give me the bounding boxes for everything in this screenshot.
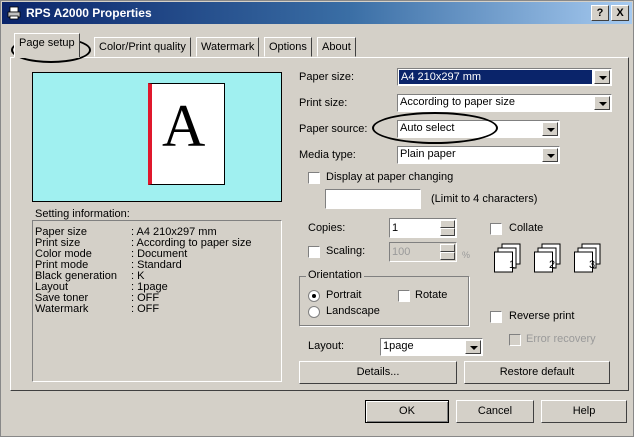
spin-down-icon[interactable] — [440, 252, 455, 260]
layout-value: 1page — [383, 340, 414, 352]
chevron-down-icon[interactable] — [542, 148, 558, 162]
page-preview: A — [32, 72, 282, 202]
media-type-label: Media type: — [299, 149, 356, 161]
chevron-down-icon[interactable] — [594, 96, 610, 110]
paper-source-label: Paper source: — [299, 123, 368, 135]
landscape-label: Landscape — [326, 305, 380, 317]
close-title-button[interactable]: X — [611, 5, 629, 21]
paper-source-select[interactable]: Auto select — [397, 120, 560, 138]
scaling-value: 100 — [392, 246, 411, 258]
setting-info-title: Setting information: — [35, 208, 130, 220]
details-button[interactable]: Details... — [299, 361, 457, 384]
printer-icon — [7, 6, 21, 20]
print-size-label: Print size: — [299, 97, 348, 109]
copies-stepper[interactable]: 1 — [389, 218, 457, 238]
reverse-print-checkbox[interactable] — [490, 311, 502, 323]
collate-page-label: 1 — [509, 259, 516, 271]
scaling-checkbox[interactable] — [308, 246, 320, 258]
spin-up-icon[interactable] — [440, 220, 455, 228]
layout-select[interactable]: 1page — [380, 338, 483, 356]
tab-color-print-quality[interactable]: Color/Print quality — [94, 37, 191, 57]
collate-page-label: 3 — [589, 259, 596, 271]
collate-checkbox[interactable] — [490, 223, 502, 235]
orientation-group: Orientation — [299, 269, 469, 326]
paper-size-select[interactable]: A4 210x297 mm — [397, 68, 612, 86]
error-recovery-checkbox[interactable] — [509, 334, 521, 346]
reverse-print-label: Reverse print — [509, 310, 575, 322]
collate-page-label: 2 — [549, 259, 556, 271]
help-button[interactable]: Help — [541, 400, 627, 423]
rotate-label: Rotate — [415, 289, 448, 301]
chevron-down-icon[interactable] — [542, 122, 558, 136]
chevron-down-icon[interactable] — [594, 70, 610, 84]
paper-size-value: A4 210x297 mm — [399, 70, 592, 84]
error-recovery-label: Error recovery — [526, 333, 596, 345]
setting-info-value: : OFF — [131, 303, 160, 315]
portrait-radio[interactable] — [308, 290, 320, 302]
display-paper-changing-label: Display at paper changing — [326, 171, 454, 183]
preview-page: A — [148, 83, 225, 185]
help-title-button[interactable]: ? — [591, 5, 609, 21]
tab-watermark[interactable]: Watermark — [196, 37, 260, 57]
limit-note: (Limit to 4 characters) — [431, 193, 538, 205]
scaling-stepper[interactable]: 100 — [389, 242, 457, 262]
chevron-down-icon[interactable] — [465, 340, 481, 354]
rotate-checkbox[interactable] — [398, 290, 410, 302]
ok-button[interactable]: OK — [365, 400, 449, 423]
portrait-label: Portrait — [326, 289, 362, 301]
spin-up-icon[interactable] — [440, 244, 455, 252]
collate-label: Collate — [509, 222, 544, 234]
title-bar[interactable]: RPS A2000 Properties ? X — [2, 2, 632, 24]
tab-about[interactable]: About — [317, 37, 356, 57]
orientation-label: Orientation — [306, 269, 364, 281]
setting-info-key: Watermark — [35, 303, 89, 315]
properties-window: RPS A2000 Properties ? X Page setup Colo… — [0, 0, 634, 437]
print-size-value: According to paper size — [400, 96, 515, 108]
paper-size-label: Paper size: — [299, 71, 355, 83]
preview-letter: A — [162, 93, 206, 159]
display-paper-changing-checkbox[interactable] — [308, 172, 320, 184]
print-size-select[interactable]: According to paper size — [397, 94, 612, 112]
scaling-unit: % — [462, 250, 471, 260]
tab-strip: Page setup Color/Print quality Watermark… — [10, 33, 630, 58]
media-type-select[interactable]: Plain paper — [397, 146, 560, 164]
change-text-input[interactable] — [325, 189, 421, 209]
copies-value: 1 — [392, 222, 399, 234]
tab-page-setup[interactable]: Page setup — [14, 33, 80, 58]
tab-options[interactable]: Options — [264, 37, 312, 57]
landscape-radio[interactable] — [308, 306, 320, 318]
cancel-button[interactable]: Cancel — [456, 400, 534, 423]
layout-label: Layout: — [308, 340, 345, 352]
media-type-value: Plain paper — [400, 148, 456, 160]
scaling-label: Scaling: — [326, 245, 366, 257]
restore-default-button[interactable]: Restore default — [464, 361, 610, 384]
copies-label: Copies: — [308, 222, 346, 234]
spin-down-icon[interactable] — [440, 228, 455, 236]
window-title: RPS A2000 Properties — [26, 6, 152, 20]
paper-source-value: Auto select — [400, 122, 455, 134]
